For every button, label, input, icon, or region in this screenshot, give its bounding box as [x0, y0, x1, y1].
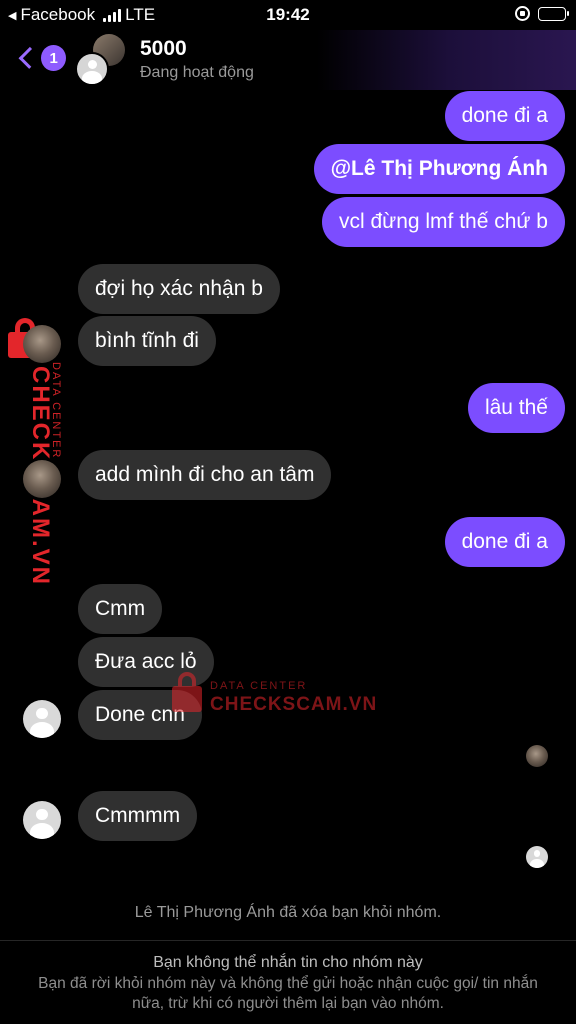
status-bar: ◀ Facebook LTE 19:42: [0, 0, 576, 30]
chat-header: 1 5000 Đang hoạt động: [0, 30, 576, 90]
unread-badge: 1: [41, 45, 66, 71]
message-bubble-incoming[interactable]: add mình đi cho an tâm: [78, 450, 332, 500]
footer-body: Bạn đã rời khỏi nhóm này và không thể gử…: [38, 975, 538, 1012]
battery-icon: [538, 6, 569, 21]
message-bubble-outgoing-mention[interactable]: @Lê Thị Phương Ánh: [313, 144, 565, 194]
member-avatar-default: [75, 52, 109, 86]
message-bubble-outgoing[interactable]: lâu thế: [467, 383, 565, 433]
rotation-lock-icon: [515, 6, 530, 21]
watermark-subtext: DATA CENTER: [50, 362, 62, 460]
read-receipt-avatar: [526, 846, 548, 868]
watermark-center: DATA CENTER CHECKSCAM.VN: [172, 670, 376, 720]
message-bubble-incoming[interactable]: đợi họ xác nhận b: [78, 264, 280, 314]
sender-avatar[interactable]: [23, 801, 61, 839]
lock-icon: [172, 672, 202, 712]
message-bubble-outgoing[interactable]: done đi a: [444, 517, 565, 567]
sender-avatar[interactable]: [23, 700, 61, 738]
message-bubble-outgoing[interactable]: vcl đừng lmf thế chứ b: [321, 197, 565, 247]
read-receipt-avatar: [526, 745, 548, 767]
person-icon: [23, 700, 61, 738]
person-icon: [23, 801, 61, 839]
watermark-text: CHECKSCAM.VN: [210, 694, 378, 715]
presence-status: Đang hoạt động: [140, 64, 254, 81]
sender-avatar[interactable]: [23, 325, 61, 363]
group-name[interactable]: 5000: [140, 37, 187, 61]
footer-title: Bạn không thể nhắn tin cho nhóm này: [153, 954, 423, 971]
sender-avatar[interactable]: [23, 460, 61, 498]
message-bubble-incoming[interactable]: Cmm: [78, 584, 163, 634]
person-icon: [526, 846, 548, 868]
person-icon: [77, 54, 107, 84]
message-bubble-incoming[interactable]: bình tĩnh đi: [78, 316, 216, 366]
watermark-subtext: DATA CENTER: [210, 680, 308, 692]
back-button[interactable]: 1: [14, 42, 66, 74]
divider: [0, 940, 576, 941]
message-bubble-incoming[interactable]: Cmmmm: [78, 791, 198, 841]
clock: 19:42: [266, 5, 310, 24]
message-bubble-outgoing[interactable]: done đi a: [444, 91, 565, 141]
group-avatar[interactable]: [75, 34, 127, 86]
chevron-left-icon: [18, 46, 41, 70]
system-message: Lê Thị Phương Ánh đã xóa bạn khỏi nhóm.: [134, 904, 442, 921]
